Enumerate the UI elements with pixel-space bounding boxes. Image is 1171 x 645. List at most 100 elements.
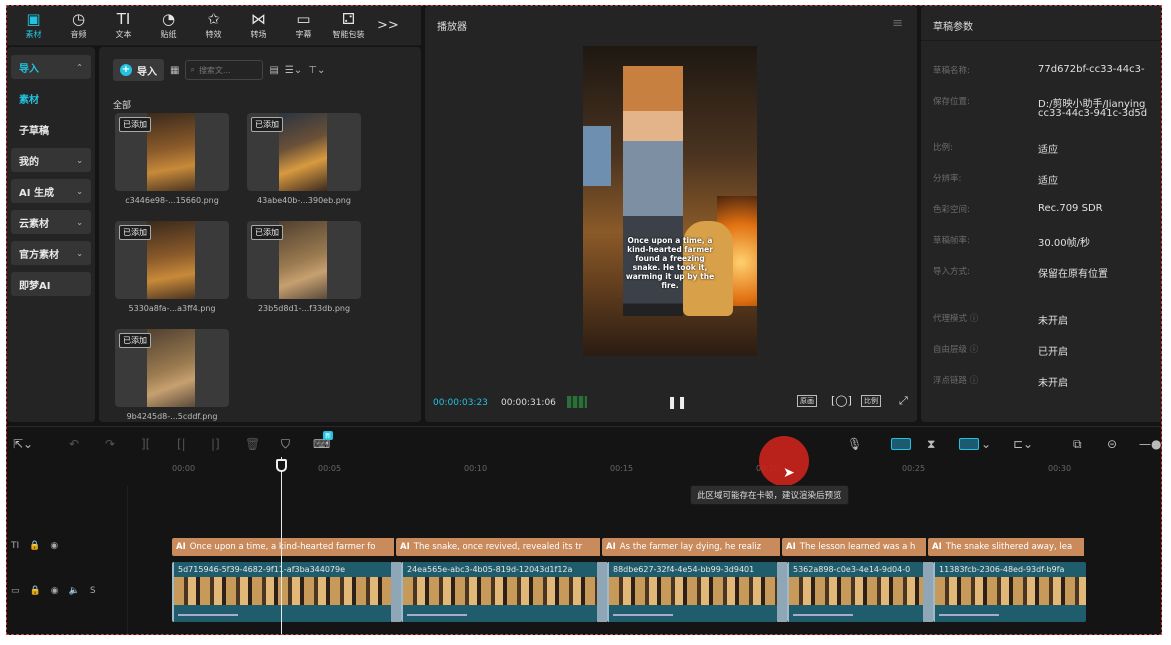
original-quality-button[interactable]: 原画 [797,395,817,407]
media-sidebar: 导入 ⌃ 素材 子草稿 我的 ⌄ AI 生成 ⌄ 云素材 ⌄ 官方素材 ⌄ 即梦AI [7,47,95,422]
marker-icon[interactable]: ⛉ [281,437,290,452]
app-window: ▣ 素材 ◷ 音频 TI 文本 ◔ 贴纸 ✩ 特效 ⋈ 转场 ▭ 字幕 ⚁ 智能包装 >> 导入… [6,5,1162,635]
chevron-down-icon: ⌄ [76,155,83,165]
tab-media[interactable]: ▣ 素材 [11,7,56,45]
sidebar-item-import[interactable]: 导入 ⌃ [11,55,91,79]
sidebar-item-mine[interactable]: 我的 ⌄ [11,148,91,172]
linkage-icon[interactable]: ⧗ [927,437,935,452]
grid-view-icon[interactable]: ▦ [170,65,179,76]
media-thumbnail[interactable]: 已添加 [115,113,229,191]
video-clip[interactable]: 5362a898-c0e3-4e14-9d04-0 [787,562,923,622]
tab-audio[interactable]: ◷ 音频 [56,7,101,45]
audio-meter-icon [567,396,587,408]
tab-sticker[interactable]: ◔ 贴纸 [146,7,191,45]
sticker-icon: ◔ [161,10,176,28]
preview-axis-icon[interactable] [959,438,979,450]
timeline-toolbar: ⇱⌄ ↶ ↷ ][ [| |] 🗑 ⛉ ⌨ 新 🎙 ⧗ ⌄ ⊏⌄ ⧉ ⊝ —● [7,426,1161,462]
tab-text[interactable]: TI 文本 [101,7,146,45]
solo-icon[interactable]: S [90,586,96,596]
microphone-icon[interactable]: 🎙 [847,437,862,451]
split-icon[interactable]: ][ [141,437,150,451]
media-toolbar: + 导入 ▦ ⌕ 搜索文... ▤ ☰⌄ ⊤⌄ [99,47,421,81]
redo-icon[interactable]: ↷ [105,437,115,451]
tab-transition[interactable]: ⋈ 转场 [236,7,281,45]
transition-marker[interactable] [391,562,401,622]
media-thumbnail[interactable]: 已添加 [115,221,229,299]
tab-smart-pack[interactable]: ⚁ 智能包装 [326,7,371,45]
zoom-slider[interactable]: —● [1139,437,1161,451]
media-thumbnail[interactable]: 已添加 [247,113,361,191]
chevron-down-icon[interactable]: ⌄ [981,437,991,451]
fullscreen-focus-icon[interactable]: [◯] [831,394,852,407]
tab-effect[interactable]: ✩ 特效 [191,7,236,45]
video-caption: Once upon a time, a kind-hearted farmer … [625,236,715,290]
smart-pack-icon: ⚁ [341,10,356,28]
eye-icon[interactable]: ◉ [51,586,59,596]
subtitle-icon: ▭ [296,10,311,28]
audio-icon: ◷ [71,10,86,28]
subtitle-clip[interactable]: AI Once upon a time, a kind-hearted farme… [172,538,396,556]
search-icon: ⌕ [190,65,195,74]
zoom-out-icon[interactable]: ⊝ [1107,437,1117,451]
split-left-icon[interactable]: [| [177,437,186,451]
sidebar-item-cloud[interactable]: 云素材 ⌄ [11,210,91,234]
video-track-icon: ▭ [11,586,20,596]
sidebar-item-ai-generate[interactable]: AI 生成 ⌄ [11,179,91,203]
subtitle-clip[interactable]: AI The lesson learned was a h [782,538,928,556]
filter-icon[interactable]: ⊤⌄ [308,65,325,76]
undo-icon[interactable]: ↶ [69,437,79,451]
subtitle-clip[interactable]: AI The snake, once revived, revealed its … [396,538,602,556]
subtitle-clip[interactable]: AI The snake slithered away, lea [928,538,1086,556]
lock-icon[interactable]: 🔒 [29,541,40,551]
more-tabs-button[interactable]: >> [377,18,399,33]
timeline-ruler[interactable]: 00:00 00:05 00:10 00:15 00:20 00:25 00:3… [172,462,1161,480]
sidebar-item-media[interactable]: 素材 [11,86,91,110]
volume-icon[interactable]: 🔈 [69,586,80,596]
preview-window-icon[interactable]: ⧉ [1073,437,1082,452]
text-icon: TI [116,10,131,28]
delete-icon[interactable]: 🗑 [245,437,260,451]
sidebar-item-subdraft[interactable]: 子草稿 [11,117,91,141]
transition-marker[interactable] [777,562,787,622]
text-track-icon: TI [11,541,20,551]
player-title: 播放器 [437,22,467,33]
video-clip[interactable]: 11383fcb-2306-48ed-93df-b9fa [933,562,1086,622]
plus-icon: + [120,64,132,76]
tab-subtitle[interactable]: ▭ 字幕 [281,7,326,45]
transition-marker[interactable] [923,562,933,622]
sidebar-item-jimeng-ai[interactable]: 即梦AI [11,272,91,296]
playhead-line[interactable] [281,457,282,634]
lock-icon[interactable]: 🔒 [30,586,41,596]
video-clip[interactable]: 88dbe627-32f4-4e54-bb99-3d9401 [607,562,777,622]
select-tool-icon[interactable]: ⇱⌄ [13,437,33,451]
effect-icon: ✩ [207,10,220,28]
chevron-up-icon: ⌃ [76,62,83,72]
split-right-icon[interactable]: |] [211,437,220,451]
media-thumbnail[interactable]: 已添加 [115,329,229,407]
transition-marker[interactable] [597,562,607,622]
media-panel: + 导入 ▦ ⌕ 搜索文... ▤ ☰⌄ ⊤⌄ 全部 已添加 c3446e98-..… [99,47,421,422]
video-preview[interactable]: Once upon a time, a kind-hearted farmer … [583,46,757,356]
sidebar-item-official[interactable]: 官方素材 ⌄ [11,241,91,265]
transition-icon: ⋈ [251,10,266,28]
import-button[interactable]: + 导入 [113,59,164,81]
top-toolbar: ▣ 素材 ◷ 音频 TI 文本 ◔ 贴纸 ✩ 特效 ⋈ 转场 ▭ 字幕 ⚁ 智能包装 >> [7,6,421,46]
sort-icon[interactable]: ☰⌄ [285,65,302,76]
new-badge: 新 [323,431,334,440]
video-clip[interactable]: 24ea565e-abc3-4b05-819d-12043d1f12a [401,562,597,622]
menu-icon[interactable]: ≡ [892,16,903,31]
search-input[interactable]: ⌕ 搜索文... [185,60,264,80]
ratio-button[interactable]: 比例 [861,395,881,407]
text-track-header: TI 🔒 ◉ [11,541,58,551]
main-track-magnet-icon[interactable] [891,438,911,450]
playhead-handle[interactable] [276,459,287,472]
media-thumbnail[interactable]: 已添加 [247,221,361,299]
lag-warning-tooltip: 此区域可能存在卡顿，建议渲染后预览 [690,485,849,505]
pause-button[interactable]: ❚❚ [667,395,687,409]
layout-icon[interactable]: ▤ [269,65,278,76]
fullscreen-icon[interactable]: ⤢ [899,394,908,408]
all-label: 全部 [113,101,132,111]
subtitle-clip[interactable]: AI As the farmer lay dying, he realiz [602,538,782,556]
eye-icon[interactable]: ◉ [50,541,58,551]
snap-icon[interactable]: ⊏⌄ [1013,437,1033,451]
